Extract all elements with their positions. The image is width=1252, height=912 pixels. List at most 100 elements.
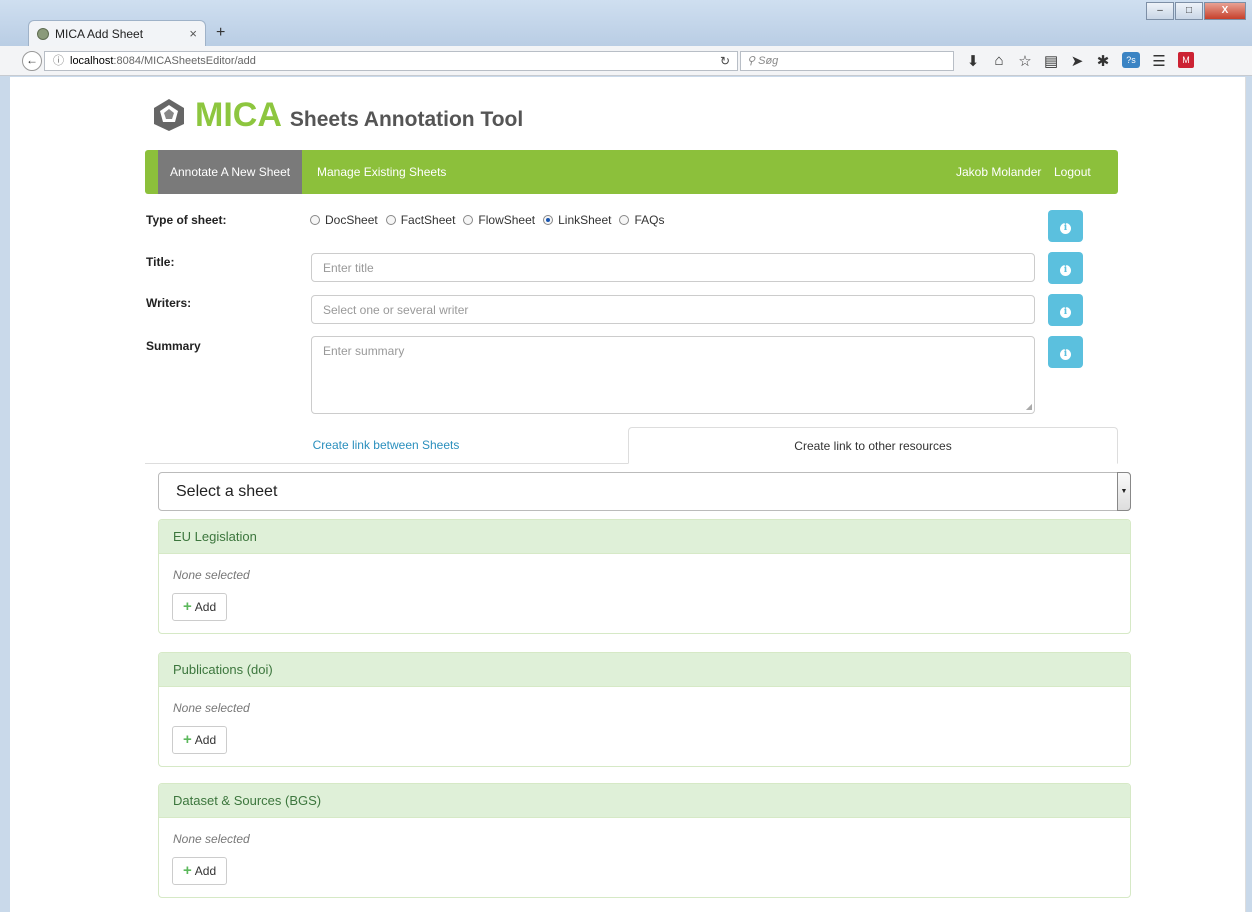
home-icon[interactable]: ⌂	[992, 52, 1006, 70]
add-eu-legislation-button[interactable]: + Add	[172, 593, 228, 621]
summary-textarea[interactable]: Enter summary ◢	[311, 336, 1035, 414]
radio-circle-selected-icon[interactable]	[543, 215, 554, 225]
window-left-border	[0, 77, 10, 912]
writers-label: Writers:	[146, 296, 192, 310]
radio-circle-icon[interactable]	[619, 215, 630, 225]
writers-placeholder: Select one or several writer	[323, 303, 469, 317]
link-tabs: Create link between Sheets Create link t…	[145, 427, 1118, 464]
extension-icon[interactable]: ✱	[1096, 52, 1110, 70]
summary-label: Summary	[146, 339, 201, 353]
summary-info-button[interactable]: i	[1048, 336, 1083, 368]
add-dataset-button[interactable]: + Add	[172, 857, 228, 885]
panel-status: None selected	[173, 832, 250, 846]
add-publication-button[interactable]: + Add	[172, 726, 228, 754]
radio-faqs[interactable]: FAQs	[619, 213, 665, 227]
title-info-button[interactable]: i	[1048, 252, 1083, 284]
add-label: Add	[194, 864, 217, 878]
tab-link-between-sheets[interactable]: Create link between Sheets	[145, 427, 627, 463]
plus-icon: +	[183, 731, 192, 748]
radio-factsheet[interactable]: FactSheet	[385, 213, 456, 227]
tab-link-other-resources[interactable]: Create link to other resources	[628, 427, 1118, 464]
nav-manage-existing-sheets[interactable]: Manage Existing Sheets	[305, 150, 458, 194]
info-icon: i	[1060, 349, 1071, 360]
type-info-button[interactable]: i	[1048, 210, 1083, 242]
reload-icon[interactable]: ↻	[712, 51, 738, 71]
panel-status: None selected	[173, 568, 250, 582]
page-viewport: MICA Sheets Annotation Tool Annotate A N…	[10, 77, 1246, 912]
download-icon[interactable]: ⬇	[966, 52, 980, 70]
panel-status: None selected	[173, 701, 250, 715]
url-path: :8084/MICASheetsEditor/add	[113, 55, 256, 67]
bookmark-star-icon[interactable]: ☆	[1018, 52, 1032, 70]
app-logo: MICA Sheets Annotation Tool	[151, 97, 523, 133]
type-of-sheet-label: Type of sheet:	[146, 213, 227, 227]
panel-publications: Publications (doi) None selected + Add	[158, 652, 1131, 767]
nav-user-name[interactable]: Jakob Molander	[944, 150, 1053, 194]
info-icon[interactable]: ⓘ	[53, 55, 64, 67]
url-host: localhost	[70, 55, 114, 67]
tab-title: MICA Add Sheet	[55, 26, 144, 41]
security-extension-icon[interactable]: M	[1178, 52, 1194, 68]
panel-eu-legislation: EU Legislation None selected + Add	[158, 519, 1131, 634]
summary-placeholder: Enter summary	[323, 344, 405, 358]
plus-icon: +	[183, 862, 192, 879]
radio-label: FlowSheet	[478, 213, 536, 227]
maximize-button[interactable]: □	[1175, 2, 1203, 20]
send-icon[interactable]: ➤	[1070, 52, 1084, 70]
radio-docsheet[interactable]: DocSheet	[310, 213, 378, 227]
writers-input[interactable]: Select one or several writer	[311, 295, 1035, 324]
radio-circle-icon[interactable]	[310, 215, 320, 225]
search-input[interactable]: ⚲ Søg	[740, 51, 954, 71]
writers-info-button[interactable]: i	[1048, 294, 1083, 326]
nav-logout[interactable]: Logout	[1042, 150, 1103, 194]
reading-list-icon[interactable]: ▤	[1044, 52, 1058, 70]
menu-icon[interactable]: ☰	[1152, 52, 1166, 70]
title-input[interactable]: Enter title	[311, 253, 1035, 282]
info-icon: i	[1060, 307, 1071, 318]
sheet-select-value: Select a sheet	[176, 483, 278, 500]
address-bar[interactable]: ⓘ localhost:8084/MICASheetsEditor/add	[44, 51, 738, 71]
panel-heading: Dataset & Sources (BGS)	[159, 784, 1130, 818]
add-label: Add	[194, 600, 217, 614]
radio-linksheet[interactable]: LinkSheet	[543, 213, 611, 227]
addon-icon[interactable]: ?s	[1122, 52, 1140, 68]
panel-dataset-sources: Dataset & Sources (BGS) None selected + A…	[158, 783, 1131, 898]
nav-annotate-new-sheet[interactable]: Annotate A New Sheet	[158, 150, 303, 194]
browser-tab[interactable]: MICA Add Sheet ×	[28, 20, 206, 46]
dodecahedron-logo-icon	[154, 99, 184, 131]
radio-circle-icon[interactable]	[385, 215, 396, 225]
tab-close-icon[interactable]: ×	[189, 26, 197, 41]
resize-handle-icon[interactable]: ◢	[1026, 402, 1032, 411]
main-navigation: Annotate A New Sheet Manage Existing She…	[145, 150, 1118, 194]
radio-flowsheet[interactable]: FlowSheet	[463, 213, 535, 227]
back-button[interactable]: ←	[22, 51, 42, 71]
close-window-button[interactable]: X	[1204, 2, 1246, 20]
radio-label: FAQs	[634, 213, 665, 227]
radio-label: LinkSheet	[558, 213, 612, 227]
scrollbar-track[interactable]	[1245, 77, 1246, 912]
info-icon: i	[1060, 265, 1071, 276]
title-bar: MICA Add Sheet × + – □ X	[0, 0, 1252, 46]
search-placeholder: Søg	[758, 55, 779, 67]
radio-label: DocSheet	[325, 213, 378, 227]
plus-icon: +	[183, 598, 192, 615]
title-label: Title:	[146, 255, 175, 269]
title-placeholder: Enter title	[323, 261, 374, 275]
chevron-down-icon[interactable]: ▼	[1117, 472, 1131, 511]
logo-subtitle: Sheets Annotation Tool	[289, 107, 524, 131]
radio-label: FactSheet	[400, 213, 456, 227]
new-tab-button[interactable]: +	[216, 24, 225, 42]
radio-circle-icon[interactable]	[463, 215, 474, 225]
panel-heading: Publications (doi)	[159, 653, 1130, 687]
panel-heading: EU Legislation	[159, 520, 1130, 554]
logo-title: MICA	[195, 96, 282, 134]
info-icon: i	[1060, 223, 1071, 234]
sheet-select[interactable]: Select a sheet ▼	[158, 472, 1131, 511]
minimize-button[interactable]: –	[1146, 2, 1174, 20]
favicon-icon	[37, 27, 49, 40]
window-controls: – □ X	[1146, 2, 1246, 20]
toolbar-icons: ⬇ ⌂ ☆ ▤ ➤ ✱ ?s ☰ M	[966, 52, 1194, 70]
browser-window: MICA Add Sheet × + – □ X ← ⓘ localhost:80…	[0, 0, 1252, 912]
browser-toolbar: ← ⓘ localhost:8084/MICASheetsEditor/add ↻…	[0, 46, 1252, 76]
sheet-type-radio-group: DocSheet FactSheet FlowSheet LinkSheet F…	[310, 213, 673, 227]
